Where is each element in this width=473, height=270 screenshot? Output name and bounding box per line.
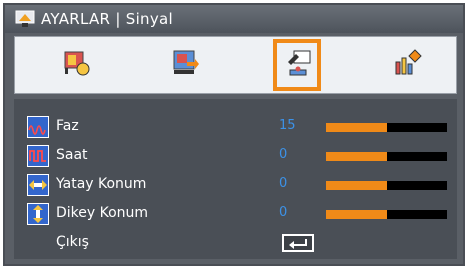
vertical-position-slider[interactable] bbox=[326, 210, 447, 219]
image-settings-icon bbox=[62, 48, 92, 82]
settings-tools-icon bbox=[284, 48, 314, 82]
title-bar: AYARLAR | Sinyal bbox=[5, 5, 463, 33]
projector-icon bbox=[15, 10, 35, 28]
phase-icon bbox=[27, 116, 49, 138]
vertical-position-value: 0 bbox=[279, 205, 288, 220]
row-exit[interactable]: Çıkış bbox=[14, 230, 457, 256]
row-phase[interactable]: Faz 15 bbox=[14, 114, 457, 140]
horizontal-position-slider[interactable] bbox=[326, 181, 447, 190]
horizontal-position-slider-fill bbox=[326, 181, 387, 190]
horizontal-position-icon bbox=[27, 174, 49, 196]
clock-slider[interactable] bbox=[326, 152, 447, 161]
display-settings-icon bbox=[170, 48, 200, 82]
row-horizontal-position[interactable]: Yatay Konum 0 bbox=[14, 172, 457, 198]
tab-display[interactable] bbox=[155, 37, 215, 93]
vertical-position-slider-fill bbox=[326, 210, 387, 219]
clock-icon bbox=[27, 145, 49, 167]
row-clock[interactable]: Saat 0 bbox=[14, 143, 457, 169]
vertical-position-label: Dikey Konum bbox=[56, 205, 149, 221]
horizontal-position-value: 0 bbox=[279, 176, 288, 191]
tab-info[interactable] bbox=[377, 37, 437, 93]
clock-value: 0 bbox=[279, 147, 288, 162]
exit-button[interactable] bbox=[282, 234, 314, 252]
info-icon bbox=[392, 48, 422, 82]
tab-image[interactable] bbox=[47, 37, 107, 93]
vertical-position-icon bbox=[27, 203, 49, 225]
tab-settings[interactable] bbox=[269, 37, 329, 93]
osd-menu: AYARLAR | Sinyal Faz 15 Saat 0 Yatay Kon… bbox=[3, 3, 465, 266]
phase-slider-fill bbox=[326, 123, 387, 132]
horizontal-position-label: Yatay Konum bbox=[56, 176, 147, 192]
phase-value: 15 bbox=[279, 118, 296, 133]
clock-slider-fill bbox=[326, 152, 387, 161]
exit-label: Çıkış bbox=[56, 234, 89, 250]
phase-slider[interactable] bbox=[326, 123, 447, 132]
phase-label: Faz bbox=[56, 118, 79, 134]
tab-bar bbox=[14, 36, 457, 94]
clock-label: Saat bbox=[56, 147, 88, 163]
row-vertical-position[interactable]: Dikey Konum 0 bbox=[14, 201, 457, 227]
page-title: AYARLAR | Sinyal bbox=[41, 10, 173, 28]
settings-panel: Faz 15 Saat 0 Yatay Konum 0 Dikey Konum … bbox=[14, 99, 457, 259]
